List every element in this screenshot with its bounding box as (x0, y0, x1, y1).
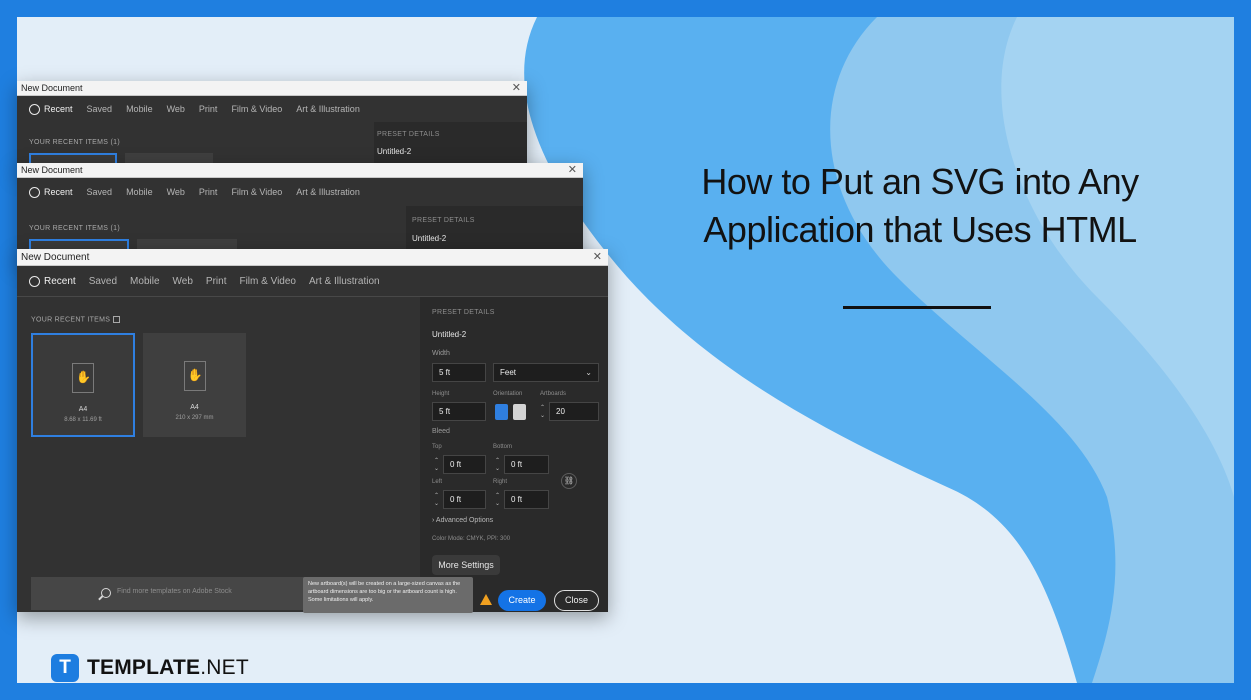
tab-web[interactable]: Web (167, 104, 185, 114)
bleed-left-input[interactable]: 0 ft (443, 490, 486, 509)
tab-recent[interactable]: Recent (29, 275, 76, 287)
window-title: New Document (21, 165, 83, 175)
orientation-label: Orientation (493, 391, 523, 397)
landscape-orientation-icon[interactable] (513, 404, 526, 420)
recent-thumb-a4-selected[interactable]: A4 8.68 x 11.69 ft (31, 333, 135, 437)
preset-details-label: PRESET DETAILS (432, 309, 495, 316)
tab-film-video[interactable]: Film & Video (239, 276, 296, 287)
tab-web[interactable]: Web (173, 276, 193, 287)
chevron-right-icon: › (432, 517, 435, 524)
bleed-right-input[interactable]: 0 ft (504, 490, 549, 509)
close-icon[interactable]: ✕ (593, 249, 602, 266)
tab-film-video[interactable]: Film & Video (231, 187, 282, 197)
clock-icon (29, 275, 40, 287)
title-line-1: How to Put an SVG into Any (701, 161, 1139, 202)
link-icon[interactable]: ⛓ (561, 473, 577, 489)
close-icon[interactable]: ✕ (568, 163, 577, 178)
width-label: Width (432, 350, 450, 357)
bleed-label: Bleed (432, 428, 450, 435)
tab-print[interactable]: Print (199, 104, 218, 114)
tab-art-illustration[interactable]: Art & Illustration (309, 276, 380, 287)
tab-mobile[interactable]: Mobile (126, 187, 153, 197)
thumb-size: 8.68 x 11.69 ft (64, 417, 102, 423)
tab-bar: Recent Saved Mobile Web Print Film & Vid… (17, 266, 608, 296)
tab-saved[interactable]: Saved (87, 187, 113, 197)
recent-items-label: YOUR RECENT ITEMS (1) (29, 139, 120, 146)
thumb-name: A4 (190, 404, 199, 411)
right-stepper-icon[interactable]: ⌃ ⌄ (495, 492, 502, 508)
recent-items-label: YOUR RECENT ITEMS (31, 316, 120, 323)
recent-items-label: YOUR RECENT ITEMS (1) (29, 225, 120, 232)
width-input[interactable]: 5 ft (432, 363, 486, 382)
artboards-input[interactable]: 20 (549, 402, 599, 421)
thumb-name: A4 (78, 406, 88, 413)
new-document-dialog-middle: New Document ✕ Recent Saved Mobile Web P… (17, 163, 583, 263)
title-underline (843, 306, 991, 309)
tab-recent[interactable]: Recent (29, 103, 73, 115)
template-net-logo: T TEMPLATE.NET (51, 654, 249, 682)
dialog-titlebar: New Document ✕ (17, 81, 527, 96)
tab-film-video[interactable]: Film & Video (231, 104, 282, 114)
clock-icon (29, 103, 40, 115)
top-label: Top (432, 444, 442, 450)
tab-bar: Recent Saved Mobile Web Print Film & Vid… (17, 96, 527, 122)
title-line-2: Application that Uses HTML (703, 209, 1137, 250)
clock-icon (29, 186, 40, 198)
window-title: New Document (21, 83, 83, 93)
bottom-stepper-icon[interactable]: ⌃ ⌄ (495, 457, 502, 473)
artboards-label: Artboards (540, 391, 567, 397)
tab-art-illustration[interactable]: Art & Illustration (296, 187, 360, 197)
logo-mark-icon: T (51, 654, 79, 682)
height-input[interactable]: 5 ft (432, 402, 486, 421)
tab-saved[interactable]: Saved (89, 276, 117, 287)
preset-details-label: PRESET DETAILS (377, 131, 440, 138)
artboards-stepper-icon[interactable]: ⌃ ⌄ (540, 404, 547, 420)
tab-web[interactable]: Web (167, 187, 185, 197)
preset-name: Untitled-2 (377, 147, 412, 156)
tab-print[interactable]: Print (199, 187, 218, 197)
preset-name: Untitled-2 (412, 234, 447, 243)
close-icon[interactable]: ✕ (512, 81, 521, 96)
left-label: Left (432, 479, 443, 485)
left-stepper-icon[interactable]: ⌃ ⌄ (434, 492, 441, 508)
tab-art-illustration[interactable]: Art & Illustration (296, 104, 360, 114)
document-icon (183, 361, 206, 391)
close-button[interactable]: Close (554, 590, 599, 611)
chevron-down-icon: ⌄ (585, 368, 592, 377)
dialog-titlebar: New Document ✕ (17, 249, 608, 266)
bleed-bottom-input[interactable]: 0 ft (504, 455, 549, 474)
advanced-options-toggle[interactable]: › Advanced Options (432, 517, 493, 524)
tab-saved[interactable]: Saved (87, 104, 113, 114)
warning-tooltip: New artboard(s) will be created on a lar… (303, 577, 473, 613)
stock-search-input[interactable]: Find more templates on Adobe Stock (117, 588, 232, 595)
tab-recent[interactable]: Recent (29, 186, 73, 198)
thumb-size: 210 x 297 mm (175, 415, 214, 421)
frame-border: New Document ✕ Recent Saved Mobile Web P… (0, 0, 1251, 700)
preset-details-label: PRESET DETAILS (412, 217, 475, 224)
top-stepper-icon[interactable]: ⌃ ⌄ (434, 457, 441, 473)
create-button[interactable]: Create (498, 590, 546, 611)
logo-text: TEMPLATE.NET (87, 656, 249, 679)
tab-mobile[interactable]: Mobile (130, 276, 159, 287)
portrait-orientation-icon[interactable] (495, 404, 508, 420)
page-title: How to Put an SVG into Any Application t… (640, 158, 1200, 254)
more-settings-button[interactable]: More Settings (432, 555, 500, 575)
search-icon (101, 588, 111, 598)
window-title: New Document (21, 252, 90, 263)
tab-bar: Recent Saved Mobile Web Print Film & Vid… (17, 178, 583, 206)
warning-icon (480, 594, 492, 605)
color-mode-text: Color Mode: CMYK, PPI: 300 (432, 536, 511, 542)
tab-print[interactable]: Print (206, 276, 227, 287)
unit-select[interactable]: Feet ⌄ (493, 363, 599, 382)
dialog-titlebar: New Document ✕ (17, 163, 583, 178)
bottom-label: Bottom (493, 444, 513, 450)
tab-mobile[interactable]: Mobile (126, 104, 153, 114)
height-label: Height (432, 391, 450, 397)
document-icon (72, 363, 94, 393)
preset-name: Untitled-2 (432, 330, 467, 339)
right-label: Right (493, 479, 508, 485)
recent-thumb-a4[interactable]: A4 210 x 297 mm (143, 333, 246, 437)
new-document-dialog-back: New Document ✕ Recent Saved Mobile Web P… (17, 81, 527, 171)
bleed-top-input[interactable]: 0 ft (443, 455, 486, 474)
